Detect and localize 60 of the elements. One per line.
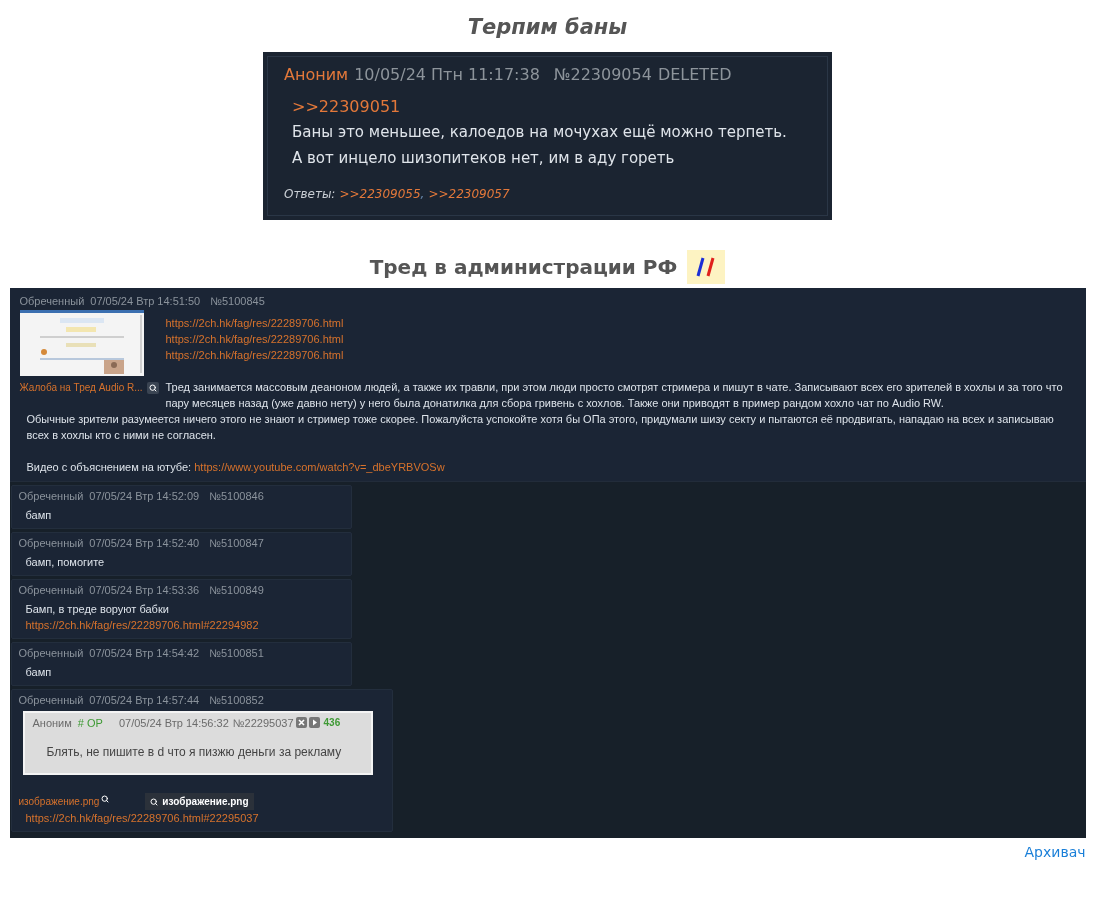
file-name-tag[interactable]: изображение.png: [145, 793, 254, 810]
post-text: Блять, не пишите в d что я пизжю деньги за рекламу: [46, 744, 343, 761]
answers-label: Ответы:: [284, 185, 336, 203]
post-text: Обычные зрители разумеется ничего этого не знают и стример тоже скорее. Пожалуйста успокойте хотя бы ОПа этого, придумали шизу секту и пытаются её продвигать, нападаю на всех и записываю всех в хохлы кто с ними не согласен.: [26, 411, 1055, 443]
post-date: 07/05/24 Втр 14:57:44: [89, 692, 200, 707]
answer-link[interactable]: >>22309055: [339, 184, 421, 203]
author-name: Обреченный: [18, 488, 84, 503]
author-name: Аноним: [32, 715, 72, 731]
post-date: 07/05/24 Втр 14:53:36: [89, 582, 200, 597]
post-text: бамп: [25, 664, 53, 680]
play-icon: [308, 717, 320, 729]
image-caption-link[interactable]: Жалоба на Тред Audio R...: [19, 379, 143, 396]
post-text: Бамп, в треде воруют бабки: [25, 601, 170, 617]
search-icon: [150, 797, 159, 806]
post-date: 10/05/24 Птн 11:17:38: [354, 63, 540, 86]
page-title: Терпим баны: [467, 14, 628, 41]
post-link[interactable]: https://2ch.hk/fag/res/22289706.html#22295037: [25, 812, 259, 824]
author-name: Обреченный: [18, 582, 84, 597]
post-date: 07/05/24 Втр 14:56:32: [118, 715, 229, 731]
post-number[interactable]: №5100846: [209, 488, 264, 503]
post-link[interactable]: https://2ch.hk/fag/res/22289706.html: [165, 348, 344, 361]
answer-link[interactable]: >>22309057: [428, 184, 510, 203]
post-number: №22309054: [553, 63, 652, 86]
post-text: бамп: [25, 507, 53, 523]
author-name: Обреченный: [18, 692, 84, 707]
file-link[interactable]: изображение.png: [18, 794, 100, 809]
post-text: бамп, помогите: [25, 554, 106, 570]
archive-link[interactable]: Архивач: [1024, 841, 1086, 863]
author-name: Обреченный: [18, 645, 84, 660]
post-date: 07/05/24 Втр 14:51:50: [90, 293, 201, 308]
slashes-logo-icon: [687, 249, 726, 284]
reply-count: 436: [323, 716, 341, 731]
video-link[interactable]: https://www.youtube.com/watch?v=_dbeYRBVOSw: [194, 460, 445, 473]
post-date: 07/05/24 Втр 14:54:42: [89, 645, 200, 660]
post-number[interactable]: №5100851: [209, 645, 264, 660]
close-icon: [295, 717, 307, 729]
post-number: №22295037: [232, 715, 294, 731]
post-text: Баны это меньшее, калоедов на мочухах ещё можно терпеть.: [292, 121, 788, 143]
post-number[interactable]: №5100845: [210, 293, 265, 308]
post-number[interactable]: №5100852: [209, 692, 264, 707]
reply-link[interactable]: >>22309051: [292, 96, 401, 116]
thread-title: Тред в администрации РФ: [369, 253, 678, 281]
post-number[interactable]: №5100847: [209, 535, 264, 550]
deleted-status: DELETED: [657, 63, 732, 86]
author-name: Обреченный: [18, 535, 84, 550]
post-text: А вот инцело шизопитеков нет, им в аду гореть: [292, 147, 676, 169]
search-icon[interactable]: [146, 381, 159, 394]
post-link[interactable]: https://2ch.hk/fag/res/22289706.html: [165, 332, 344, 345]
separator: ,: [420, 185, 425, 203]
search-icon[interactable]: [101, 794, 110, 803]
post-number[interactable]: №5100849: [209, 582, 264, 597]
post-date: 07/05/24 Втр 14:52:40: [89, 535, 200, 550]
post-link[interactable]: https://2ch.hk/fag/res/22289706.html#22294982: [25, 618, 259, 631]
post-text: Видео с объяснением на ютубе: https://www.youtube.com/watch?v=_dbeYRBVOSw: [26, 459, 446, 475]
author-name: Обреченный: [19, 293, 85, 308]
tripcode: # OP: [77, 715, 103, 731]
post-text: Тред занимается массовым деаноном людей, а также их травли, при этом люди просто смотрят стримера и пишут в чате. Записывают всех его зрителей в хохлы и за того что пару месяцев назад (уже давно нету) у него была донатилка для сбора гривень с хохлов. Также они приводят в пример рандом хохло чат по Audio RW.: [165, 379, 1064, 411]
author-name: Аноним: [284, 63, 349, 86]
post-link[interactable]: https://2ch.hk/fag/res/22289706.html: [165, 316, 344, 329]
post-date: 07/05/24 Втр 14:52:09: [89, 488, 200, 503]
